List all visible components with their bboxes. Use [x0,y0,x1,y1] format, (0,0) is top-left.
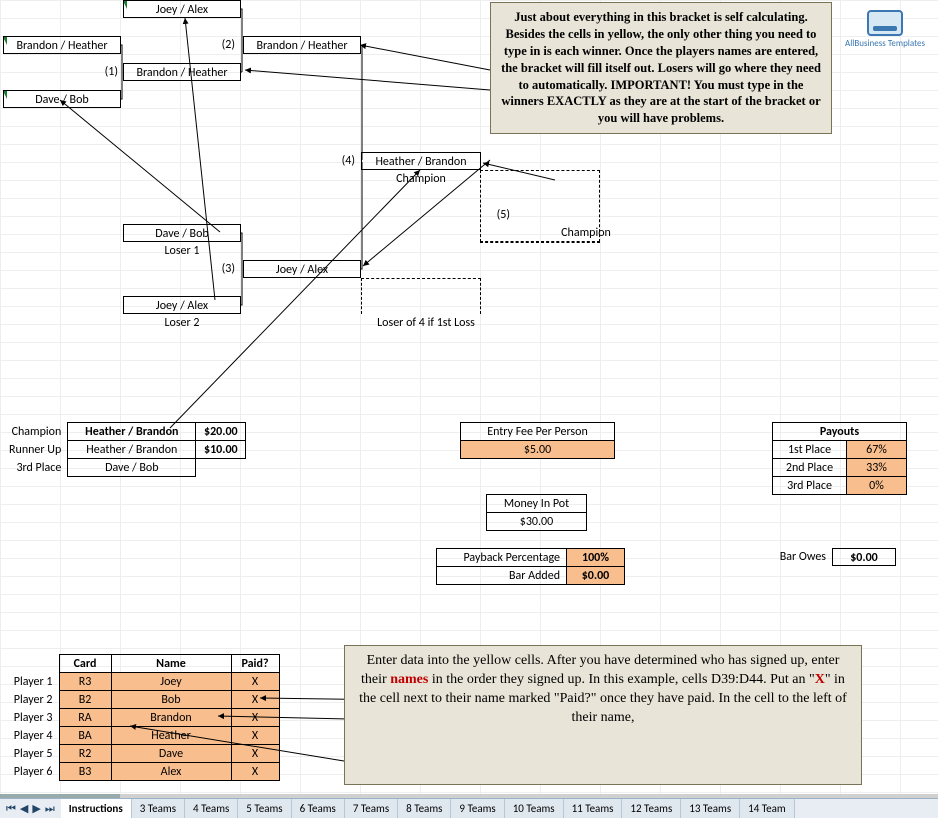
bracket-cell[interactable]: Dave / Bob [123,224,241,242]
player-name[interactable]: Brandon [111,709,231,727]
sheet-tab[interactable]: 12 Teams [622,799,681,818]
bracket-cell[interactable]: Heather / Brandon [361,152,481,170]
player-card[interactable]: RA [59,709,111,727]
sheet-tab-strip: ⏮ ◀ ▶ ⏭ Instructions3 Teams4 Teams5 Team… [0,798,938,818]
table-row: Player 4BAHeatherX [3,727,279,745]
seed-label: (1) [78,63,122,81]
player-name[interactable]: Dave [111,745,231,763]
tab-nav-buttons[interactable]: ⏮ ◀ ▶ ⏭ [0,802,61,816]
instruction-callout-top: Just about everything in this bracket is… [490,2,832,134]
player-paid[interactable]: X [231,745,279,763]
bar-owes-label: Bar Owes [760,548,830,566]
money-pot-table: Money In Pot $30.00 [486,494,587,531]
champion-label: Champion [361,170,481,188]
player-card[interactable]: BA [59,727,111,745]
player-name[interactable]: Joey [111,673,231,691]
sheet-tab[interactable]: 4 Teams [185,799,238,818]
player-label: Player 4 [3,727,59,745]
bracket-cell[interactable]: Brandon / Heather [243,36,361,54]
players-table: Card Name Paid? Player 1R3JoeyXPlayer 2B… [3,654,280,781]
entry-fee-label: Entry Fee Per Person [461,423,615,441]
player-label: Player 3 [3,709,59,727]
results-label: Champion [3,423,68,441]
player-name[interactable]: Alex [111,763,231,781]
results-value[interactable]: Dave / Bob [68,459,196,477]
tab-prev-icon[interactable]: ◀ [18,802,30,816]
bracket-cell[interactable]: Brandon / Heather [123,63,241,81]
table-row: Player 2B2BobX [3,691,279,709]
tab-last-icon[interactable]: ⏭ [43,802,57,816]
seed-label: (3) [195,260,239,278]
loser-label: Loser 1 [123,242,241,260]
loser-of-4-label: Loser of 4 if 1st Loss [361,314,491,332]
player-label: Player 6 [3,763,59,781]
player-card[interactable]: R2 [59,745,111,763]
player-label: Player 2 [3,691,59,709]
champion-final-label: Champion [526,224,646,242]
player-card[interactable]: B3 [59,763,111,781]
sheet-tab[interactable]: 5 Teams [238,799,291,818]
results-pay: $20.00 [196,423,246,441]
player-card[interactable]: B2 [59,691,111,709]
results-label: 3rd Place [3,459,68,477]
sheet-tab[interactable]: 13 Teams [681,799,740,818]
col-header-paid: Paid? [231,655,279,673]
laptop-icon [867,10,903,36]
results-pay: $10.00 [196,441,246,459]
sheet-tab[interactable]: 9 Teams [451,799,504,818]
payouts-header: Payouts [773,423,907,441]
results-value[interactable]: Heather / Brandon [68,423,196,441]
player-card[interactable]: R3 [59,673,111,691]
col-header-card: Card [59,655,111,673]
tab-next-icon[interactable]: ▶ [30,802,42,816]
entry-fee-table: Entry Fee Per Person $5.00 [460,422,615,459]
player-name[interactable]: Heather [111,727,231,745]
sheet-tab[interactable]: 3 Teams [132,799,185,818]
sheet-tab[interactable]: Instructions [61,799,132,818]
table-row: Player 6B3AlexX [3,763,279,781]
loser-label: Loser 2 [123,314,241,332]
results-table: Champion Heather / Brandon $20.00 Runner… [3,422,246,477]
payback-table: Payback Percentage100% Bar Added$0.00 [436,548,625,585]
results-label: Runner Up [3,441,68,459]
payouts-table: Payouts 1st Place67% 2nd Place33% 3rd Pl… [772,422,907,495]
sheet-tab[interactable]: 6 Teams [292,799,345,818]
bar-owes-value: $0.00 [832,548,896,566]
sheet-tab[interactable]: 11 Teams [564,799,623,818]
sheet-tab[interactable]: 14 Team [740,799,795,818]
col-header-name: Name [111,655,231,673]
player-label: Player 5 [3,745,59,763]
table-row: Player 5R2DaveX [3,745,279,763]
player-paid[interactable]: X [231,691,279,709]
table-row: Player 3RABrandonX [3,709,279,727]
bracket-cell[interactable]: Dave / Bob [3,90,121,108]
seed-label: (4) [315,152,359,170]
player-paid[interactable]: X [231,673,279,691]
sheet-tab[interactable]: 10 Teams [505,799,564,818]
entry-fee-value[interactable]: $5.00 [461,441,615,459]
allbusiness-templates-logo: AllBusiness Templates [842,6,928,76]
tab-first-icon[interactable]: ⏮ [4,802,18,816]
bracket-cell[interactable]: Joey / Alex [123,296,241,314]
dashed-placeholder [361,278,481,314]
bracket-cell[interactable]: Brandon / Heather [3,36,121,54]
seed-label: (2) [195,36,239,54]
table-row: Player 1R3JoeyX [3,673,279,691]
sheet-tab[interactable]: 7 Teams [345,799,398,818]
player-paid[interactable]: X [231,727,279,745]
bracket-cell[interactable]: Joey / Alex [243,260,361,278]
bracket-cell[interactable]: Joey / Alex [123,0,241,18]
results-value[interactable]: Heather / Brandon [68,441,196,459]
sheet-tab[interactable]: 8 Teams [398,799,451,818]
player-label: Player 1 [3,673,59,691]
instruction-callout-bottom: Enter data into the yellow cells. After … [344,645,862,785]
player-name[interactable]: Bob [111,691,231,709]
player-paid[interactable]: X [231,763,279,781]
seed-label: (5) [470,206,514,224]
player-paid[interactable]: X [231,709,279,727]
